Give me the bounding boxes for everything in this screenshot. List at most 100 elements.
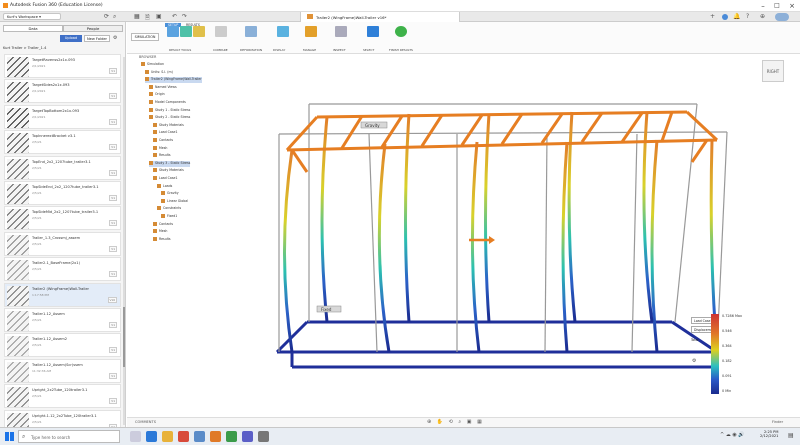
browser-node[interactable]: Linear Global — [161, 198, 188, 205]
browser-node[interactable]: Study Materials — [153, 122, 184, 129]
toolbar-group-label[interactable]: SELECT — [363, 48, 374, 52]
version-badge[interactable]: V1 — [109, 372, 117, 379]
notification-center-icon[interactable]: ▤ — [788, 432, 794, 439]
browser-node[interactable]: Study 2 - Static Stress — [149, 115, 190, 121]
taskbar-search-box[interactable]: ⌕ Type here to search — [18, 430, 120, 443]
minimize-icon[interactable]: – — [756, 1, 770, 11]
extensions-icon[interactable]: ⊕ — [760, 13, 765, 20]
data-panel-item[interactable]: TargetSides2x1x.093 2/1/2021 V1 — [4, 79, 121, 104]
toolbar-group-label[interactable]: DISPLAY — [273, 48, 285, 52]
maximize-icon[interactable]: □ — [770, 1, 784, 11]
data-panel-item[interactable]: Trailer1.12_Assem2 2/5/21 V1 — [4, 333, 121, 358]
data-panel-item[interactable]: Trailer_1.3_Crossmj_assem 2/5/21 V1 — [4, 231, 121, 256]
job-status-icon[interactable] — [722, 14, 728, 20]
data-tab[interactable]: Data — [3, 25, 63, 32]
version-badge[interactable]: V16 — [107, 296, 117, 303]
user-avatar[interactable] — [775, 13, 789, 21]
search-icon[interactable]: ⌕ — [113, 13, 116, 21]
refresh-icon[interactable]: ⟳ — [104, 13, 109, 20]
toolbar-group-label[interactable]: COMPARE — [213, 48, 228, 52]
display-icon[interactable] — [277, 26, 289, 37]
toolbar-group-label[interactable]: DEFORMATION — [240, 48, 262, 52]
data-panel-item[interactable]: TargetRavenss2x1x.093 2/1/2021 V1 — [4, 54, 121, 78]
notifications-icon[interactable]: 🔔 — [733, 13, 740, 20]
browser-node[interactable]: Origin — [149, 92, 165, 98]
navigation-bar-icons[interactable]: ⊕ ✋ ⟲ ⌕ ▣ ▦ — [427, 419, 484, 425]
version-badge[interactable]: V1 — [109, 398, 117, 405]
fusion-taskbar-icon[interactable] — [210, 431, 221, 442]
inspect-icon[interactable] — [335, 26, 347, 37]
task-view-icon[interactable] — [130, 431, 141, 442]
data-panel-item[interactable]: Trailer1.12_Assem(Scr)ssem 11:32:36 AM V… — [4, 358, 121, 383]
browser-node[interactable]: Loads — [157, 183, 172, 190]
view-cube[interactable]: RIGHT — [762, 60, 784, 82]
version-badge[interactable]: V1 — [109, 220, 117, 227]
store-icon[interactable] — [194, 431, 205, 442]
browser-node[interactable]: Mesh — [153, 145, 167, 152]
active-document-tab[interactable]: Trailer2 (WingFrame)Wall-Trailer v16* — [300, 12, 460, 22]
workspace-switcher[interactable]: SIMULATION — [131, 33, 159, 41]
toolbar-group-label[interactable]: FINISH RESULTS — [389, 48, 413, 52]
browser-node[interactable]: Named Views — [149, 84, 177, 91]
browser-node[interactable]: Trailer2 (WingFrame)Wall-Trailer — [145, 77, 202, 84]
toolbar-group-label[interactable]: MANAGE — [303, 48, 316, 52]
data-panel-item[interactable]: TopSideMid_2x2_1207tube_trailer3.1 2/5/2… — [4, 206, 121, 231]
version-badge[interactable]: V1 — [109, 118, 117, 125]
finish-results-icon[interactable] — [395, 26, 407, 37]
canvas-viewport[interactable]: Fixed Gravity — [127, 22, 800, 427]
breadcrumb[interactable]: Kurt Trailer > Trailer_1.4 — [3, 46, 46, 50]
close-icon[interactable]: × — [785, 1, 799, 11]
save-icon[interactable]: ▣ — [156, 13, 162, 20]
version-badge[interactable]: V1 — [109, 195, 117, 201]
version-badge[interactable]: V1 — [109, 93, 117, 100]
chrome-icon[interactable] — [178, 431, 189, 442]
team-selector[interactable]: Kurt's Workspace ▾ — [3, 13, 61, 20]
manage-icon[interactable] — [305, 26, 317, 37]
people-tab[interactable]: People — [63, 25, 123, 32]
browser-node[interactable]: Results — [153, 153, 171, 159]
taskbar-clock[interactable]: 2:25 PM 2/12/2021 — [760, 430, 778, 438]
data-panel-item[interactable]: Trailer2 (WingFrame)Wall-Trailer 1:17:58… — [4, 282, 121, 307]
data-panel-item[interactable]: TopSideEnd_2x2_1207tube_trailer3.1 2/5/2… — [4, 181, 121, 205]
app-icon-green[interactable] — [226, 431, 237, 442]
panel-scrollbar[interactable] — [123, 57, 125, 425]
settings-gear-icon[interactable]: ⚙ — [113, 35, 117, 41]
version-badge[interactable]: V1 — [109, 144, 117, 151]
browser-node[interactable]: Mesh — [153, 229, 167, 235]
result-tools-icon[interactable] — [167, 26, 179, 37]
deformation-icon[interactable] — [245, 26, 257, 37]
browser-node[interactable]: Contacts — [153, 138, 173, 144]
browser-node[interactable]: Study Materials — [153, 168, 184, 174]
browser-node[interactable]: Gravity — [161, 191, 179, 197]
settings-taskbar-icon[interactable] — [258, 431, 269, 442]
browser-node[interactable]: Study 1 - Static Stress — [149, 107, 190, 114]
version-badge[interactable]: V1 — [109, 271, 117, 278]
teams-icon[interactable] — [242, 431, 253, 442]
version-badge[interactable]: V1 — [109, 68, 117, 74]
browser-node[interactable]: Model Components — [149, 100, 186, 106]
version-badge[interactable]: V1 — [109, 169, 117, 176]
toolbar-group-label[interactable]: INSPECT — [333, 48, 346, 52]
browser-node[interactable]: Contacts — [153, 221, 173, 228]
data-panel-item[interactable]: TopInnerextBracket v3.1 2/5/21 V1 — [4, 130, 121, 155]
legend-options-icon[interactable] — [180, 26, 192, 37]
version-badge[interactable]: V1 — [109, 245, 117, 252]
compare-icon[interactable] — [215, 26, 227, 37]
data-panel-item[interactable]: TargetTopBottom2x1x.093 2/1/2021 V1 — [4, 104, 121, 129]
select-icon[interactable] — [367, 26, 379, 37]
browser-node[interactable]: Load Case1 — [153, 130, 178, 136]
help-icon[interactable]: ? — [746, 13, 749, 20]
result-component-select[interactable]: Total — [691, 338, 698, 342]
browser-node[interactable]: Simulation — [141, 62, 164, 68]
version-badge[interactable]: V1 — [109, 347, 117, 354]
windows-start-icon[interactable] — [5, 432, 14, 441]
browser-node[interactable]: Units: S.I. (m) — [145, 69, 173, 76]
probe-icon[interactable] — [193, 26, 205, 37]
browser-node[interactable]: Results — [153, 236, 171, 243]
new-folder-button[interactable]: New Folder — [84, 35, 110, 42]
toolbar-group-label[interactable]: RESULT TOOLS — [169, 48, 191, 52]
edge-icon[interactable] — [146, 431, 157, 442]
system-tray-icons[interactable]: ^ ☁ ◉ 🔊 — [720, 432, 745, 438]
browser-node[interactable]: Load Case1 — [153, 176, 178, 182]
redo-icon[interactable]: ↷ — [182, 13, 187, 20]
